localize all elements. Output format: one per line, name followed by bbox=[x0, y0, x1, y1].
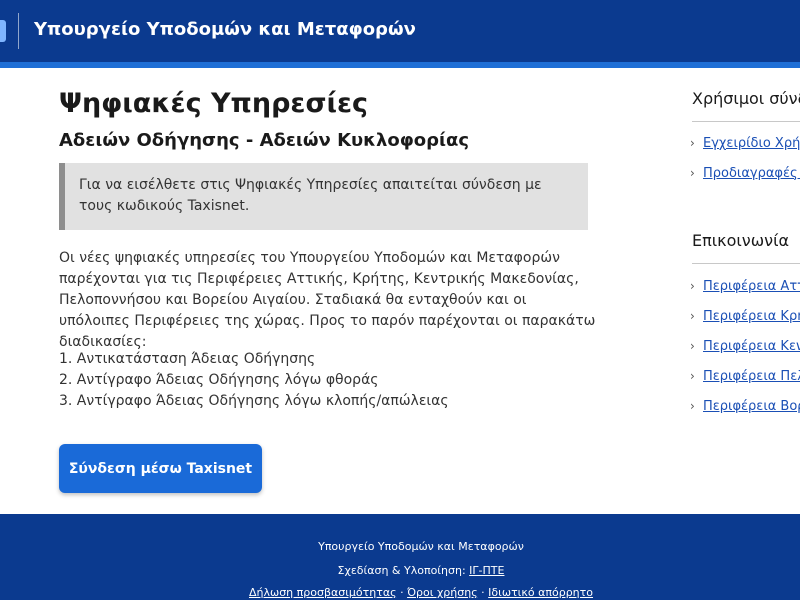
footer-credits: Σχεδίαση & Υλοποίηση: ΙΓ-ΠΤΕ bbox=[0, 564, 800, 577]
chevron-right-icon: › bbox=[690, 339, 695, 353]
footer-design-link[interactable]: ΙΓ-ΠΤΕ bbox=[469, 564, 504, 577]
taxisnet-login-button[interactable]: Σύνδεση μέσω Taxisnet bbox=[59, 444, 262, 493]
sidebar-divider bbox=[692, 263, 800, 264]
chevron-right-icon: › bbox=[690, 279, 695, 293]
sidebar-link-label[interactable]: Περιφέρεια Πελ bbox=[703, 369, 800, 384]
sidebar-link-region-crete[interactable]: › Περιφέρεια Κρήτ bbox=[690, 307, 800, 325]
sidebar-link-label[interactable]: Περιφέρεια Κρήτ bbox=[703, 309, 800, 324]
footer-privacy-link[interactable]: Ιδιωτικό απόρρητο bbox=[488, 586, 593, 599]
footer-terms-link[interactable]: Όροι χρήσης bbox=[407, 586, 478, 599]
sidebar-link-label[interactable]: Περιφέρεια Βορ bbox=[703, 399, 800, 414]
site-header: Υπουργείο Υποδομών και Μεταφορών bbox=[0, 0, 800, 62]
chevron-right-icon: › bbox=[690, 369, 695, 383]
procedure-item: 3. Αντίγραφο Άδειας Οδήγησης λόγω κλοπής… bbox=[59, 393, 449, 409]
footer-separator: · bbox=[400, 586, 404, 599]
procedure-item: 1. Αντικατάσταση Άδειας Οδήγησης bbox=[59, 351, 316, 367]
sidebar-link-label[interactable]: Εγχειρίδιο Χρήσ bbox=[703, 136, 800, 151]
intro-paragraph: Οι νέες ψηφιακές υπηρεσίες του Υπουργείο… bbox=[59, 250, 596, 350]
sidebar-link-specifications[interactable]: › Προδιαγραφές Φ bbox=[690, 164, 800, 182]
page-subtitle: Αδειών Οδήγησης - Αδειών Κυκλοφορίας bbox=[59, 130, 470, 151]
header-divider bbox=[18, 13, 19, 49]
sidebar-link-user-manual[interactable]: › Εγχειρίδιο Χρήσ bbox=[690, 134, 800, 152]
chevron-right-icon: › bbox=[690, 166, 695, 180]
site-footer: Υπουργείο Υποδομών και Μεταφορών Σχεδίασ… bbox=[0, 514, 800, 600]
footer-ministry: Υπουργείο Υποδομών και Μεταφορών bbox=[0, 540, 800, 553]
footer-design-label: Σχεδίαση & Υλοποίηση: bbox=[337, 564, 466, 577]
sidebar-link-region-peloponnese[interactable]: › Περιφέρεια Πελ bbox=[690, 367, 800, 385]
chevron-right-icon: › bbox=[690, 399, 695, 413]
login-notice-text: Για να εισέλθετε στις Ψηφιακές Υπηρεσίες… bbox=[79, 177, 542, 214]
ministry-logo[interactable] bbox=[0, 20, 6, 42]
sidebar-link-label[interactable]: Περιφέρεια Αττι bbox=[703, 279, 800, 294]
sidebar-link-label[interactable]: Προδιαγραφές Φ bbox=[703, 166, 800, 181]
sidebar-link-label[interactable]: Περιφέρεια Κεντ bbox=[703, 339, 800, 354]
chevron-right-icon: › bbox=[690, 136, 695, 150]
useful-links-heading: Χρήσιμοι σύνδ bbox=[692, 89, 800, 108]
header-accent-stripe bbox=[0, 62, 800, 68]
contact-heading: Επικοινωνία bbox=[692, 231, 790, 250]
footer-ministry-name: Υπουργείο Υποδομών και Μεταφορών bbox=[318, 540, 524, 553]
footer-legal-links: Δήλωση προσβασιμότητας · Όροι χρήσης · Ι… bbox=[0, 586, 800, 599]
footer-accessibility-link[interactable]: Δήλωση προσβασιμότητας bbox=[249, 586, 397, 599]
sidebar-link-region-north-aegean[interactable]: › Περιφέρεια Βορ bbox=[690, 397, 800, 415]
sidebar-divider bbox=[692, 121, 800, 122]
site-title[interactable]: Υπουργείο Υποδομών και Μεταφορών bbox=[34, 19, 416, 40]
procedure-item: 2. Αντίγραφο Άδειας Οδήγησης λόγω φθοράς bbox=[59, 372, 379, 388]
chevron-right-icon: › bbox=[690, 309, 695, 323]
procedure-list: 1. Αντικατάσταση Άδειας Οδήγησης 2. Αντί… bbox=[59, 349, 599, 412]
sidebar-link-region-central-macedonia[interactable]: › Περιφέρεια Κεντ bbox=[690, 337, 800, 355]
footer-separator: · bbox=[481, 586, 485, 599]
page-title: Ψηφιακές Υπηρεσίες bbox=[59, 88, 369, 119]
sidebar-link-region-attica[interactable]: › Περιφέρεια Αττι bbox=[690, 277, 800, 295]
login-notice: Για να εισέλθετε στις Ψηφιακές Υπηρεσίες… bbox=[59, 163, 588, 230]
